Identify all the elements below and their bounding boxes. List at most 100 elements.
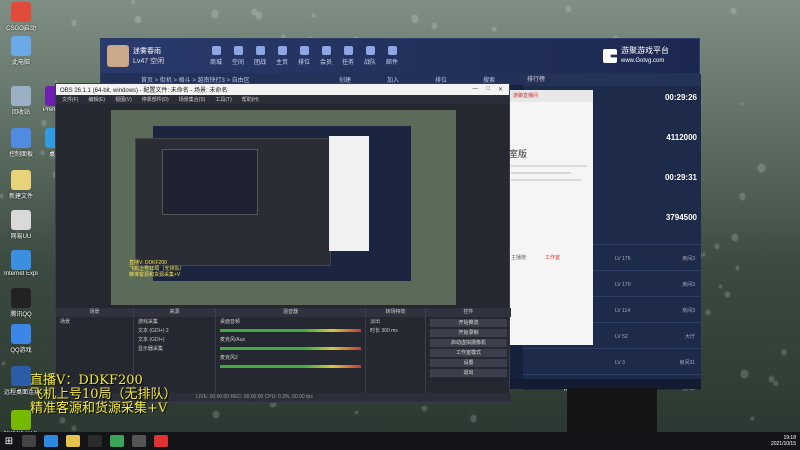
close-icon[interactable]: ✕ bbox=[498, 86, 503, 93]
desktop-icon[interactable]: CSGO启动 bbox=[4, 2, 38, 32]
game-header: 迷雾春雨 Lv47 空闲 商城 空间 团战 主页 排位 会员 任务 战队 邮件 游聚游戏平台 ww… bbox=[101, 39, 699, 73]
clock[interactable]: 19:18 2021/10/15 bbox=[771, 435, 800, 447]
popup-right-label[interactable]: 工作室 bbox=[545, 254, 560, 261]
source-item[interactable]: 文本 (GDI+) bbox=[134, 335, 215, 344]
maximize-icon[interactable]: □ bbox=[486, 86, 490, 93]
user-avatar[interactable] bbox=[107, 45, 129, 67]
rain-drop bbox=[705, 310, 711, 316]
control-button[interactable]: 开始推流 bbox=[430, 319, 507, 327]
desktop-icon[interactable]: 腾讯QQ bbox=[4, 288, 38, 318]
app-icon bbox=[11, 324, 31, 344]
game-nav-item[interactable]: 战队 bbox=[361, 46, 379, 66]
game-nav-item[interactable]: 团战 bbox=[251, 46, 269, 66]
mixer-channel: 桌面音频 bbox=[220, 319, 241, 325]
desktop-icon-label: Internet Explorer bbox=[4, 271, 38, 277]
rain-drop bbox=[355, 410, 358, 415]
desktop-icon[interactable]: Internet Explorer bbox=[4, 250, 38, 277]
desktop-icon-label: 网易UU bbox=[10, 234, 32, 240]
rain-drop bbox=[72, 20, 77, 26]
menu-item[interactable]: 帮助(H) bbox=[242, 96, 259, 103]
user-info: 迷雾春雨 Lv47 空闲 bbox=[133, 46, 193, 66]
control-button[interactable]: 开始录制 bbox=[430, 329, 507, 337]
controls-dock: 控件 开始推流 开始录制 启动虚拟摄像机 工作室模式 设置 退出 bbox=[426, 308, 511, 393]
volume-meter[interactable] bbox=[220, 347, 361, 350]
dock-title: 来源 bbox=[134, 308, 215, 317]
minimize-icon[interactable]: — bbox=[472, 86, 478, 93]
desktop-icon[interactable]: 回收站 bbox=[4, 86, 38, 116]
qq-icon[interactable] bbox=[88, 435, 102, 447]
game-nav-item[interactable]: 空间 bbox=[229, 46, 247, 66]
nav-icon bbox=[277, 46, 287, 55]
desktop-icon[interactable]: 网易UU bbox=[4, 210, 38, 240]
brand-name: 游聚游戏平台 bbox=[621, 46, 669, 55]
control-button[interactable]: 工作室模式 bbox=[430, 349, 507, 357]
room-name: 房间3 bbox=[682, 256, 695, 262]
edge-icon[interactable] bbox=[44, 435, 58, 447]
menu-item[interactable]: 停靠部件(D) bbox=[142, 96, 169, 103]
obs-icon[interactable] bbox=[132, 435, 146, 447]
mixer-dock: 混音器 桌面音频 麦克风/Aux 麦克风2 bbox=[216, 308, 366, 393]
obs-preview[interactable]: 直播V: DDKF200 飞机上号10局（无排队） 精准客源和货源采集+V bbox=[111, 110, 456, 305]
menu-item[interactable]: 工具(T) bbox=[215, 96, 231, 103]
control-button[interactable]: 启动虚拟摄像机 bbox=[430, 339, 507, 347]
game-icon[interactable] bbox=[154, 435, 168, 447]
nav-icon bbox=[365, 46, 375, 55]
scene-item[interactable]: 场景 bbox=[56, 317, 133, 326]
rain-drop bbox=[422, 405, 428, 412]
rain-drop bbox=[312, 13, 316, 18]
rank-values: 00:29:26 4112000 00:29:31 3794500 bbox=[665, 92, 697, 252]
game-nav-item[interactable]: 主页 bbox=[273, 46, 291, 66]
rain-drop bbox=[758, 164, 765, 173]
rain-drop bbox=[719, 284, 722, 288]
popup-header: 游聚直播间 bbox=[505, 90, 593, 102]
control-button[interactable]: 退出 bbox=[430, 369, 507, 377]
app-icon bbox=[11, 36, 31, 56]
desktop-icon[interactable]: 新建文件 bbox=[4, 170, 38, 200]
control-button[interactable]: 设置 bbox=[430, 359, 507, 367]
desktop-icon-label: 控制面板 bbox=[8, 152, 33, 158]
folder-icon[interactable] bbox=[66, 435, 80, 447]
rank-value: 3794500 bbox=[665, 213, 697, 222]
desktop-icon[interactable]: QQ游戏 bbox=[4, 324, 38, 354]
game-nav-item[interactable]: 商城 bbox=[207, 46, 225, 66]
game-nav-item[interactable]: 排位 bbox=[295, 46, 313, 66]
source-item[interactable]: 显示器采集 bbox=[134, 344, 215, 353]
rain-drop bbox=[2, 361, 6, 366]
rain-drop bbox=[739, 193, 746, 201]
rain-drop bbox=[211, 10, 219, 19]
monitor-stand bbox=[567, 388, 657, 436]
rank-tab[interactable]: 排行榜 bbox=[523, 74, 701, 86]
game-nav-item[interactable]: 会员 bbox=[317, 46, 335, 66]
room-level: LV 52 bbox=[615, 333, 628, 340]
source-item[interactable]: 文本 (GDI+) 2 bbox=[134, 326, 215, 335]
search-icon[interactable] bbox=[22, 435, 36, 447]
volume-meter[interactable] bbox=[220, 365, 361, 368]
game-nav-item[interactable]: 任务 bbox=[339, 46, 357, 66]
room-row[interactable]: LV 3 房间31 bbox=[523, 348, 701, 376]
volume-meter[interactable] bbox=[220, 329, 361, 332]
obs-window[interactable]: OBS 26.1.1 (64-bit, windows) - 配置文件: 未命名… bbox=[55, 83, 511, 403]
desktop-icon[interactable]: 控制面板 bbox=[4, 128, 38, 158]
app-icon bbox=[11, 210, 31, 230]
nav-label: 主页 bbox=[275, 60, 288, 66]
start-windows-icon[interactable]: ⊞ bbox=[0, 432, 18, 450]
source-item[interactable]: 游戏采集 bbox=[134, 317, 215, 326]
obs-title: OBS 26.1.1 (64-bit, windows) - 配置文件: 未命名… bbox=[60, 88, 228, 94]
nav-label: 邮件 bbox=[385, 60, 398, 66]
transition-select[interactable]: 淡出 bbox=[366, 317, 425, 326]
game-nav-item[interactable]: 邮件 bbox=[383, 46, 401, 66]
rain-drop bbox=[0, 193, 4, 198]
menu-item[interactable]: 场景集合(S) bbox=[179, 96, 206, 103]
menu-item[interactable]: 编辑(E) bbox=[88, 96, 105, 103]
rain-drop bbox=[773, 380, 778, 387]
nav-icon bbox=[255, 46, 265, 55]
popup-left-label[interactable]: 主播榜 bbox=[511, 254, 526, 261]
room-name: 大厅 bbox=[684, 334, 695, 340]
desktop-icon[interactable]: 此电脑 bbox=[4, 36, 38, 66]
rank-value: 00:29:26 bbox=[664, 93, 697, 102]
live-popup[interactable]: 游聚直播间 室版 主播榜 工作室 bbox=[505, 90, 593, 345]
menu-item[interactable]: 视图(V) bbox=[115, 96, 132, 103]
menu-item[interactable]: 文件(F) bbox=[62, 96, 78, 103]
duration-input[interactable]: 300 ms bbox=[381, 328, 397, 334]
chrome-icon[interactable] bbox=[110, 435, 124, 447]
